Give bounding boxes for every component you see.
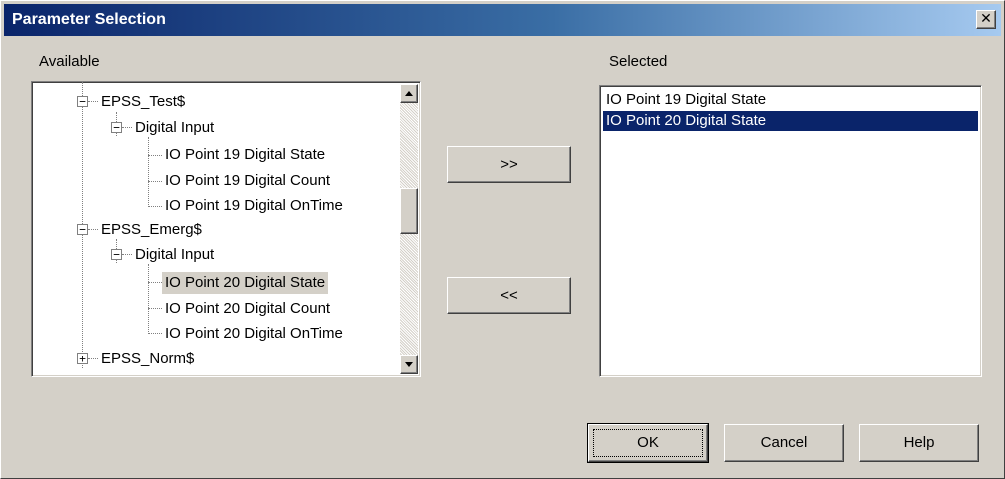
help-button[interactable]: Help [859, 424, 979, 462]
tree-node-label: EPSS_Emerg$ [101, 221, 202, 238]
tree-node-label: IO Point 20 Digital OnTime [165, 325, 343, 342]
title-bar[interactable]: Parameter Selection ✕ [4, 4, 1001, 36]
selected-list-item[interactable]: IO Point 19 Digital State [603, 90, 978, 110]
remove-selected-button[interactable]: << [447, 277, 571, 314]
scroll-up-button[interactable] [400, 84, 418, 103]
tree-node-digital-input[interactable]: Digital Input [132, 115, 217, 140]
close-button[interactable]: ✕ [976, 10, 996, 29]
tree-line [88, 229, 98, 230]
arrow-down-icon [405, 362, 413, 367]
tree-leaf[interactable]: IO Point 20 Digital Count [162, 296, 333, 321]
scroll-down-button[interactable] [400, 355, 418, 374]
tree-leaf-selected[interactable]: IO Point 20 Digital State [162, 270, 329, 295]
tree-node-digital-input[interactable]: Digital Input [132, 242, 217, 267]
add-selected-button[interactable]: >> [447, 146, 571, 183]
ok-button[interactable]: OK [587, 423, 709, 463]
tree-leaf[interactable]: IO Point 20 Digital OnTime [162, 321, 346, 346]
tree-node-epss-emerg[interactable]: EPSS_Emerg$ [98, 217, 205, 242]
tree-line [148, 137, 149, 207]
remove-button-label: << [500, 287, 518, 304]
tree-node-label: Digital Input [135, 246, 215, 263]
collapse-icon[interactable]: − [77, 224, 88, 235]
tree-line [148, 181, 162, 182]
arrow-up-icon [405, 91, 413, 96]
tree-node-label: EPSS_Test$ [101, 93, 186, 110]
tree-leaf[interactable]: IO Point 19 Digital State [162, 142, 328, 167]
tree-line [148, 155, 162, 156]
tree-node-label: IO Point 19 Digital Count [165, 172, 331, 189]
help-button-label: Help [903, 434, 935, 451]
tree-line [122, 127, 132, 128]
tree-node-epss-norm[interactable]: EPSS_Norm$ [98, 346, 197, 371]
tree-node-label: IO Point 19 Digital OnTime [165, 197, 343, 214]
tree-node-label: IO Point 19 Digital State [165, 146, 326, 163]
tree-node-label: IO Point 20 Digital Count [165, 300, 331, 317]
collapse-icon[interactable]: − [111, 249, 122, 260]
tree-node-epss-test[interactable]: EPSS_Test$ [98, 89, 188, 114]
tree-line [148, 206, 162, 207]
add-button-label: >> [500, 156, 518, 173]
tree-line [148, 282, 162, 283]
parameter-selection-dialog: Parameter Selection ✕ Available − − − − … [0, 0, 1005, 479]
selected-list-item-highlighted[interactable]: IO Point 20 Digital State [603, 111, 978, 131]
focus-rectangle [593, 429, 703, 457]
tree-vertical-scrollbar[interactable] [400, 84, 418, 374]
tree-line [148, 308, 162, 309]
tree-node-label: EPSS_Norm$ [101, 350, 195, 367]
tree-node-label: Digital Input [135, 119, 215, 136]
window-title: Parameter Selection [12, 11, 166, 28]
scroll-thumb[interactable] [400, 188, 418, 234]
available-label: Available [39, 53, 100, 70]
selected-list[interactable]: IO Point 19 Digital State IO Point 20 Di… [599, 85, 982, 377]
tree-leaf[interactable]: IO Point 19 Digital OnTime [162, 193, 346, 218]
selected-label: Selected [609, 53, 668, 70]
tree-line [88, 101, 98, 102]
tree-line [122, 254, 132, 255]
tree-leaf[interactable]: IO Point 19 Digital Count [162, 168, 333, 193]
cancel-button-label: Cancel [760, 434, 808, 451]
available-tree[interactable]: − − − − + EPSS_Test$ Digital Input IO Po… [31, 81, 421, 377]
close-icon: ✕ [980, 11, 992, 27]
tree-line [88, 358, 98, 359]
tree-line [148, 264, 149, 334]
tree-line [148, 333, 162, 334]
collapse-icon[interactable]: − [77, 96, 88, 107]
collapse-icon[interactable]: − [111, 122, 122, 133]
cancel-button[interactable]: Cancel [724, 424, 844, 462]
tree-node-label: IO Point 20 Digital State [162, 272, 329, 294]
expand-icon[interactable]: + [77, 353, 88, 364]
